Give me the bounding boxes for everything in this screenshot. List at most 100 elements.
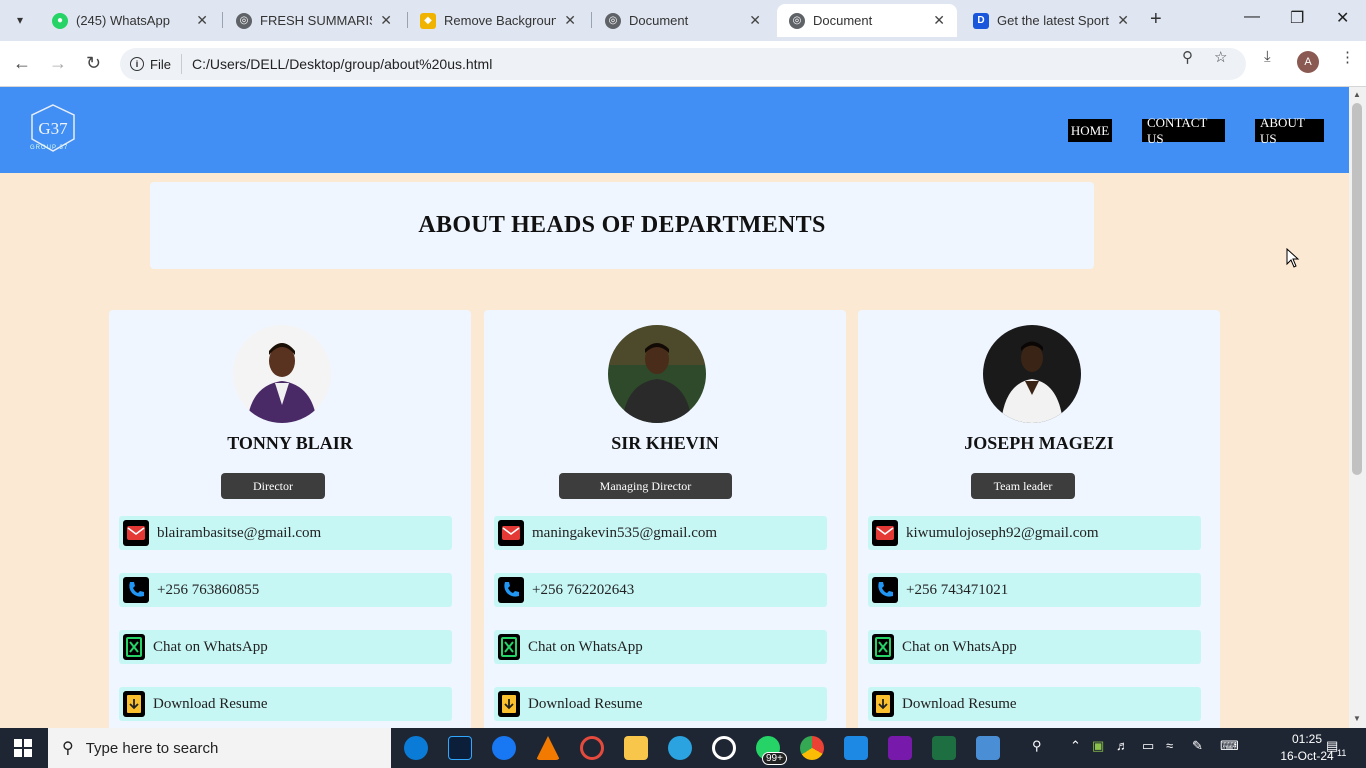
edge-icon[interactable] bbox=[404, 736, 428, 760]
scroll-down-arrow-icon[interactable]: ▼ bbox=[1353, 714, 1361, 723]
email-row[interactable]: kiwumulojoseph92@gmail.com bbox=[868, 516, 1201, 550]
facebook-icon[interactable] bbox=[492, 736, 516, 760]
close-window-icon[interactable]: ✕ bbox=[1336, 8, 1349, 28]
tab-title: Remove Background bbox=[444, 13, 557, 28]
tab-whatsapp[interactable]: ● (245) WhatsApp ✕ bbox=[40, 4, 220, 37]
nav-home[interactable]: HOME bbox=[1068, 119, 1112, 142]
whatsapp-icon bbox=[872, 634, 894, 660]
keyboard-icon[interactable]: ⌨ bbox=[1220, 738, 1239, 754]
phone-icon bbox=[123, 577, 149, 603]
telegram-icon[interactable] bbox=[668, 736, 692, 760]
windows-taskbar: ⚲ Type here to search 99+ ⚲ ⌃ ▣ ♬ ▭ ≈ ✎ … bbox=[0, 728, 1366, 768]
kebab-menu-icon[interactable]: ⋮ bbox=[1340, 48, 1355, 66]
tab-document-1[interactable]: ◎ Document ✕ bbox=[593, 4, 773, 37]
whatsapp-icon bbox=[123, 634, 145, 660]
close-icon[interactable]: ✕ bbox=[196, 12, 208, 29]
nav-contact-us[interactable]: CONTACT US bbox=[1142, 115, 1225, 146]
resume-row[interactable]: Download Resume bbox=[868, 687, 1201, 721]
app-tray-icon[interactable]: ▣ bbox=[1092, 738, 1104, 754]
page-viewport: G37 GROUP 37 HOME CONTACT US ABOUT US AB… bbox=[0, 87, 1349, 728]
vertical-scrollbar[interactable]: ▲ ▼ bbox=[1349, 87, 1366, 728]
globe-icon: ◎ bbox=[236, 12, 252, 29]
whatsapp-text: Chat on WhatsApp bbox=[153, 638, 268, 655]
photoshop-icon[interactable] bbox=[448, 736, 472, 760]
role-badge[interactable]: Team leader bbox=[971, 473, 1075, 499]
avatar bbox=[233, 325, 331, 423]
vscode-icon[interactable] bbox=[844, 736, 868, 760]
nav-about-us[interactable]: ABOUT US bbox=[1255, 115, 1324, 146]
phone-row[interactable]: +256 743471021 bbox=[868, 573, 1201, 607]
email-icon bbox=[123, 520, 149, 546]
bookmark-star-icon[interactable]: ☆ bbox=[1214, 48, 1227, 66]
wifi-icon[interactable]: ≈ bbox=[1166, 738, 1173, 753]
tab-fresh-summarised[interactable]: ◎ FRESH SUMMARISED ✕ bbox=[224, 4, 404, 37]
close-icon[interactable]: ✕ bbox=[933, 12, 945, 29]
tab-title: FRESH SUMMARISED bbox=[260, 13, 372, 28]
email-icon bbox=[872, 520, 898, 546]
minimize-icon[interactable]: — bbox=[1244, 8, 1260, 26]
excel-icon[interactable] bbox=[932, 736, 956, 760]
back-arrow-icon[interactable]: ← bbox=[13, 53, 31, 74]
reload-icon[interactable]: ↻ bbox=[86, 53, 101, 74]
resume-row[interactable]: Download Resume bbox=[494, 687, 827, 721]
zoom-magnifier-icon[interactable]: ⚲ bbox=[1182, 48, 1193, 66]
tab-title: (245) WhatsApp bbox=[76, 13, 170, 28]
file-explorer-icon[interactable] bbox=[624, 736, 648, 760]
download-icon[interactable]: ⤓ bbox=[1264, 48, 1271, 65]
tab-remove-background[interactable]: ◆ Remove Background ✕ bbox=[408, 4, 588, 37]
volume-icon[interactable]: ♬ bbox=[1116, 738, 1129, 753]
logo-caption: GROUP 37 bbox=[30, 145, 69, 151]
chrome-icon[interactable] bbox=[800, 736, 824, 760]
close-icon[interactable]: ✕ bbox=[380, 12, 392, 29]
new-tab-plus-icon[interactable]: + bbox=[1150, 8, 1162, 31]
close-icon[interactable]: ✕ bbox=[564, 12, 576, 29]
windows-start-icon[interactable] bbox=[14, 739, 32, 757]
url-text[interactable]: C:/Users/DELL/Desktop/group/about%20us.h… bbox=[192, 56, 492, 72]
close-icon[interactable]: ✕ bbox=[1117, 12, 1129, 29]
globe-icon: ◎ bbox=[789, 12, 805, 29]
obs-icon[interactable] bbox=[712, 736, 736, 760]
scroll-up-arrow-icon[interactable]: ▲ bbox=[1353, 90, 1361, 99]
people-icon[interactable]: ⚲ bbox=[1032, 738, 1042, 754]
role-badge[interactable]: Managing Director bbox=[559, 473, 732, 499]
tab-search-chevron-icon[interactable]: ▾ bbox=[8, 8, 32, 32]
onenote-icon[interactable] bbox=[888, 736, 912, 760]
phone-row[interactable]: +256 763860855 bbox=[119, 573, 452, 607]
battery-icon[interactable]: ▭ bbox=[1142, 738, 1154, 754]
forward-arrow-icon[interactable]: → bbox=[49, 53, 67, 74]
address-bar[interactable]: i File C:/Users/DELL/Desktop/group/about… bbox=[120, 48, 1246, 80]
restore-icon[interactable]: ❐ bbox=[1290, 8, 1304, 28]
close-icon[interactable]: ✕ bbox=[749, 12, 761, 29]
email-text: blairambasitse@gmail.com bbox=[157, 524, 322, 541]
whatsapp-row[interactable]: Chat on WhatsApp bbox=[868, 630, 1201, 664]
page-title: ABOUT HEADS OF DEPARTMENTS bbox=[418, 212, 826, 238]
tab-sport[interactable]: D Get the latest Sport, I ✕ bbox=[961, 4, 1141, 37]
whatsapp-row[interactable]: Chat on WhatsApp bbox=[494, 630, 827, 664]
notification-badge: 99+ bbox=[762, 752, 787, 765]
scrollbar-thumb[interactable] bbox=[1352, 103, 1362, 475]
email-row[interactable]: maningakevin535@gmail.com bbox=[494, 516, 827, 550]
profile-avatar[interactable]: A bbox=[1297, 51, 1319, 73]
person-name: SIR KHEVIN bbox=[611, 433, 719, 453]
email-icon bbox=[498, 520, 524, 546]
notification-count: 11 bbox=[1337, 748, 1347, 758]
whatsapp-row[interactable]: Chat on WhatsApp bbox=[119, 630, 452, 664]
resume-row[interactable]: Download Resume bbox=[119, 687, 452, 721]
site-info-chip[interactable]: i File bbox=[130, 54, 182, 74]
role-badge[interactable]: Director bbox=[221, 473, 325, 499]
vlc-icon[interactable] bbox=[536, 736, 560, 760]
tab-title: Get the latest Sport, I bbox=[997, 13, 1110, 28]
photos-icon[interactable] bbox=[976, 736, 1000, 760]
removebg-icon: ◆ bbox=[420, 12, 436, 29]
phone-icon bbox=[498, 577, 524, 603]
email-row[interactable]: blairambasitse@gmail.com bbox=[119, 516, 452, 550]
svg-text:G37: G37 bbox=[38, 119, 68, 138]
tab-document-active[interactable]: ◎ Document ✕ bbox=[777, 4, 957, 37]
taskbar-search-box[interactable]: ⚲ Type here to search bbox=[48, 728, 391, 768]
person-card-1: TONNY BLAIR Director blairambasitse@gmai… bbox=[109, 310, 471, 728]
heading-panel: ABOUT HEADS OF DEPARTMENTS bbox=[150, 182, 1094, 269]
recorder-icon[interactable] bbox=[580, 736, 604, 760]
chevron-up-icon[interactable]: ⌃ bbox=[1070, 738, 1081, 754]
pen-icon[interactable]: ✎ bbox=[1192, 738, 1203, 754]
phone-row[interactable]: +256 762202643 bbox=[494, 573, 827, 607]
